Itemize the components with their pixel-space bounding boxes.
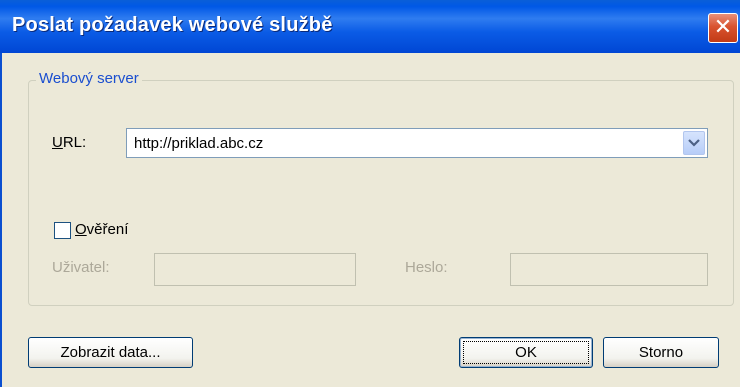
cancel-button[interactable]: Storno bbox=[603, 337, 719, 368]
authentication-label[interactable]: Ověření bbox=[75, 221, 128, 238]
window-border bbox=[0, 53, 2, 387]
chevron-down-icon bbox=[688, 139, 700, 147]
close-button[interactable]: ✕ bbox=[708, 13, 738, 43]
show-data-button[interactable]: Zobrazit data... bbox=[28, 337, 193, 368]
window-title: Poslat požadavek webové službě bbox=[12, 14, 333, 36]
close-icon: ✕ bbox=[713, 15, 733, 40]
password-label: Heslo: bbox=[405, 259, 448, 276]
url-value: http://priklad.abc.cz bbox=[134, 135, 264, 152]
user-input[interactable] bbox=[154, 253, 356, 286]
ok-button[interactable]: OK bbox=[459, 337, 593, 368]
password-input[interactable] bbox=[510, 253, 708, 286]
title-bar[interactable]: Poslat požadavek webové službě ✕ bbox=[0, 0, 740, 53]
url-label: URL: bbox=[52, 134, 87, 151]
user-label: Uživatel: bbox=[52, 259, 110, 276]
group-legend: Webový server bbox=[36, 70, 142, 87]
focus-rect bbox=[463, 341, 589, 364]
combo-dropdown-button[interactable] bbox=[683, 131, 705, 155]
authentication-checkbox[interactable] bbox=[54, 222, 71, 239]
url-combobox[interactable]: http://priklad.abc.cz bbox=[126, 128, 708, 158]
